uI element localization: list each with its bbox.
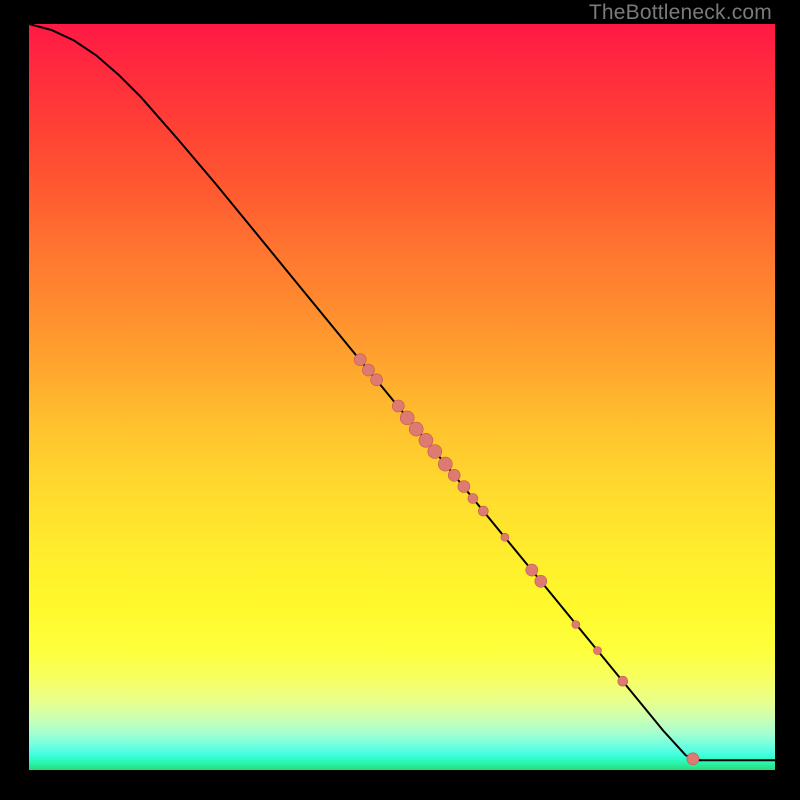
data-point (419, 433, 433, 447)
data-point (448, 469, 460, 481)
data-point (362, 364, 374, 376)
data-point (458, 481, 470, 493)
data-point (428, 445, 442, 459)
data-point (535, 575, 547, 587)
data-point (594, 647, 602, 655)
watermark-text: TheBottleneck.com (589, 1, 772, 25)
chart-stage: TheBottleneck.com (0, 0, 800, 800)
data-point (478, 506, 488, 516)
data-point (392, 400, 404, 412)
data-point (618, 676, 628, 686)
data-point (400, 411, 414, 425)
data-point (438, 457, 452, 471)
data-point (526, 564, 538, 576)
plot-area (29, 24, 775, 770)
data-point (468, 494, 478, 504)
data-point (501, 533, 509, 541)
marker-group (354, 354, 699, 765)
performance-curve (29, 24, 775, 760)
data-point (371, 374, 383, 386)
data-point (687, 753, 699, 765)
data-point (409, 422, 423, 436)
data-point (572, 621, 580, 629)
chart-svg (29, 24, 775, 770)
data-point (354, 354, 366, 366)
